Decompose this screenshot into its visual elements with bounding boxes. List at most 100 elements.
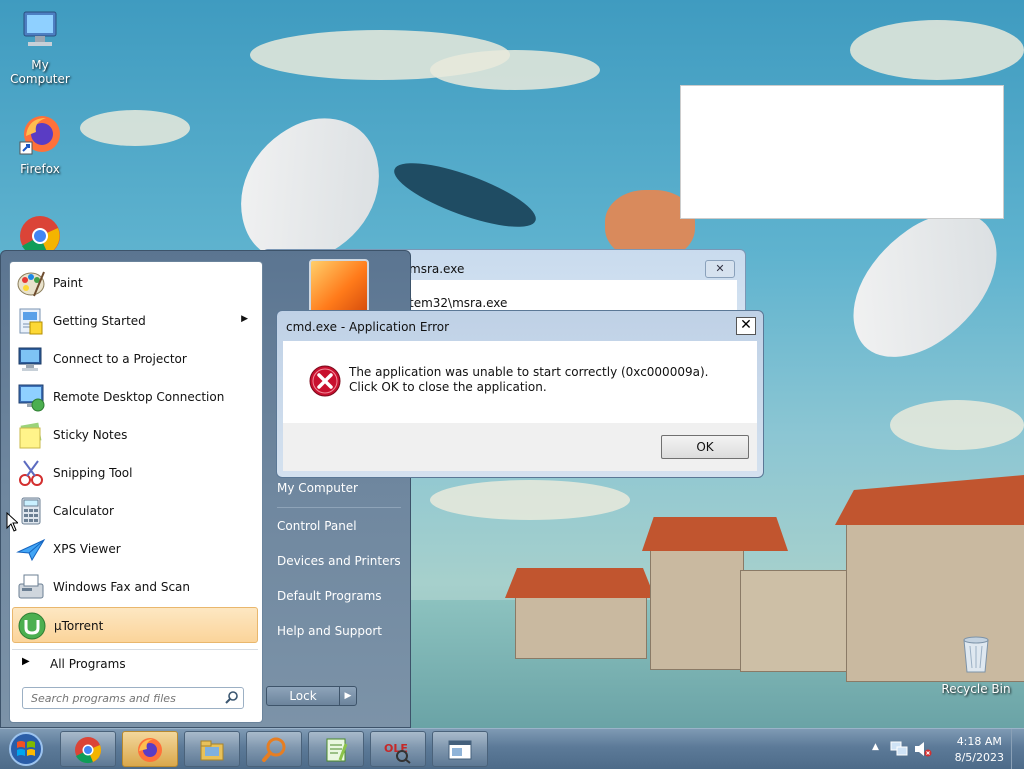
start-link-label: My Computer bbox=[277, 481, 358, 495]
close-icon[interactable]: ✕ bbox=[736, 317, 756, 335]
app-window-icon bbox=[448, 740, 472, 760]
search-magnifier-icon bbox=[262, 737, 286, 762]
program-label: Windows Fax and Scan bbox=[53, 580, 191, 594]
paint-icon bbox=[17, 271, 45, 297]
desktop-icon-label: Firefox bbox=[20, 162, 60, 176]
cloud bbox=[850, 20, 1024, 80]
cloud bbox=[430, 50, 600, 90]
dialog-footer: OK bbox=[283, 423, 757, 471]
start-button-windows-icon[interactable] bbox=[4, 731, 48, 767]
all-programs-button[interactable]: ▶ All Programs bbox=[12, 649, 258, 676]
submenu-arrow-icon: ▶ bbox=[241, 314, 248, 324]
cloud bbox=[80, 110, 190, 146]
desktop-icon-recycle-bin[interactable]: Recycle Bin bbox=[936, 632, 1016, 696]
house bbox=[650, 548, 744, 670]
house bbox=[515, 595, 647, 659]
desktop-icon-firefox[interactable]: Firefox bbox=[0, 112, 80, 176]
program-label: µTorrent bbox=[54, 619, 104, 633]
utorrent-icon bbox=[18, 612, 46, 640]
clock[interactable]: 4:18 AM 8/5/2023 bbox=[955, 734, 1004, 766]
roof bbox=[505, 568, 655, 598]
taskbar-file-explorer-button[interactable] bbox=[184, 731, 240, 767]
program-item-getting-started[interactable]: Getting Started ▶ bbox=[12, 303, 258, 339]
clock-date: 8/5/2023 bbox=[954, 751, 1004, 764]
start-link-my-computer[interactable]: My Computer bbox=[269, 476, 405, 500]
dialog-message: The application was unable to start corr… bbox=[349, 365, 709, 394]
desktop-icon-label: My Computer bbox=[10, 58, 70, 86]
start-link-devices-and-printers[interactable]: Devices and Printers bbox=[269, 549, 405, 573]
shutdown-options-arrow-icon[interactable]: ▶ bbox=[339, 686, 357, 706]
network-icon[interactable] bbox=[890, 741, 908, 757]
cloud bbox=[890, 400, 1024, 450]
firefox-icon bbox=[138, 738, 162, 762]
program-label: XPS Viewer bbox=[53, 542, 121, 556]
fax-scan-icon bbox=[18, 574, 44, 599]
close-icon[interactable]: ✕ bbox=[705, 260, 735, 278]
desktop-icon-my-computer[interactable]: My Computer bbox=[0, 8, 80, 86]
start-search-box[interactable] bbox=[22, 687, 244, 709]
program-item-utorrent[interactable]: µTorrent bbox=[12, 607, 258, 643]
start-link-control-panel[interactable]: Control Panel bbox=[269, 514, 405, 538]
taskbar-notepad-plus-button[interactable] bbox=[308, 731, 364, 767]
cloud bbox=[430, 480, 630, 520]
program-label: Remote Desktop Connection bbox=[53, 390, 225, 404]
program-label: Paint bbox=[53, 276, 83, 290]
start-link-label: Devices and Printers bbox=[277, 554, 401, 568]
taskbar: OLE ▲ 4:18 AM 8/5/2023 bbox=[0, 728, 1024, 769]
volume-muted-icon[interactable] bbox=[914, 741, 932, 757]
file-explorer-icon bbox=[200, 740, 224, 761]
program-label: Calculator bbox=[53, 504, 114, 518]
start-link-help-and-support[interactable]: Help and Support bbox=[269, 619, 405, 643]
program-item-sticky-notes[interactable]: Sticky Notes bbox=[12, 417, 258, 453]
roof bbox=[642, 517, 788, 551]
roof bbox=[835, 475, 1024, 525]
program-item-connect-to-a-projector[interactable]: Connect to a Projector bbox=[12, 341, 258, 377]
program-label: Snipping Tool bbox=[53, 466, 133, 480]
feather bbox=[823, 191, 1024, 379]
background-window-title: msra.exe bbox=[409, 262, 465, 276]
program-item-remote-desktop-connection[interactable]: Remote Desktop Connection bbox=[12, 379, 258, 415]
chrome-icon bbox=[75, 737, 101, 764]
start-link-label: Default Programs bbox=[277, 589, 382, 603]
dialog-body: The application was unable to start corr… bbox=[283, 341, 757, 471]
getting-started-icon bbox=[19, 308, 43, 335]
show-desktop-button[interactable] bbox=[1011, 729, 1024, 769]
program-item-xps-viewer[interactable]: XPS Viewer bbox=[12, 531, 258, 567]
start-link-default-programs[interactable]: Default Programs bbox=[269, 584, 405, 608]
program-item-windows-fax-and-scan[interactable]: Windows Fax and Scan bbox=[12, 569, 258, 605]
all-programs-arrow-icon: ▶ bbox=[22, 656, 30, 667]
application-error-dialog: cmd.exe - Application Error ✕ The applic… bbox=[276, 310, 764, 478]
clock-time: 4:18 AM bbox=[956, 735, 1002, 748]
mouse-cursor-icon bbox=[6, 512, 18, 532]
projector-icon bbox=[18, 347, 42, 371]
computer-icon bbox=[23, 11, 57, 46]
recycle-bin-icon bbox=[963, 636, 989, 673]
program-item-snipping-tool[interactable]: Snipping Tool bbox=[12, 455, 258, 491]
program-item-paint[interactable]: Paint bbox=[12, 265, 258, 301]
dialog-title: cmd.exe - Application Error bbox=[286, 320, 450, 334]
ok-button[interactable]: OK bbox=[661, 435, 749, 459]
xps-viewer-icon bbox=[16, 538, 46, 562]
remote-desktop-icon bbox=[18, 384, 45, 412]
start-link-label: Control Panel bbox=[277, 519, 357, 533]
taskbar-app-window-button[interactable] bbox=[432, 731, 488, 767]
taskbar-search-button[interactable] bbox=[246, 731, 302, 767]
arch-building bbox=[740, 570, 852, 672]
search-input[interactable] bbox=[29, 690, 219, 706]
blank-white-panel bbox=[680, 85, 1004, 219]
sticky-notes-icon bbox=[19, 422, 42, 449]
calculator-icon bbox=[21, 497, 41, 525]
taskbar-ole-app-button[interactable]: OLE bbox=[370, 731, 426, 767]
divider bbox=[277, 507, 401, 508]
lock-button[interactable]: Lock bbox=[266, 686, 340, 706]
search-icon[interactable] bbox=[225, 690, 239, 704]
svg-text:OLE: OLE bbox=[384, 742, 408, 755]
taskbar-chrome-button[interactable] bbox=[60, 731, 116, 767]
system-tray: ▲ 4:18 AM 8/5/2023 bbox=[864, 729, 1024, 769]
taskbar-firefox-button[interactable] bbox=[122, 731, 178, 767]
all-programs-label: All Programs bbox=[50, 657, 126, 671]
program-item-calculator[interactable]: Calculator bbox=[12, 493, 258, 529]
show-hidden-icons-arrow-icon[interactable]: ▲ bbox=[872, 742, 879, 752]
start-link-label: Help and Support bbox=[277, 624, 382, 638]
error-icon bbox=[309, 365, 341, 397]
